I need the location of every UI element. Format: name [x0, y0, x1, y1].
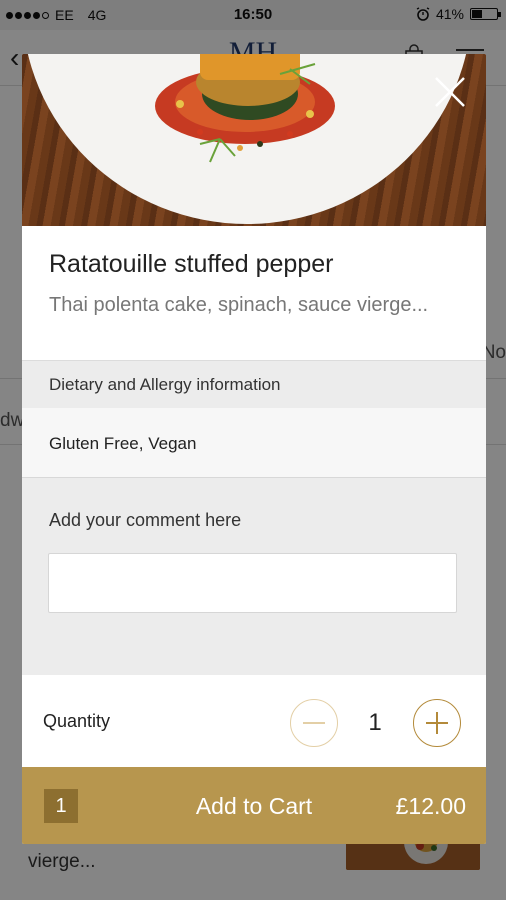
product-image — [22, 54, 486, 226]
dietary-section: Gluten Free, Vegan — [22, 408, 486, 478]
product-title: Ratatouille stuffed pepper — [49, 250, 334, 278]
cart-price: £12.00 — [395, 793, 466, 819]
comment-section: Add your comment here — [22, 478, 486, 675]
product-description: Thai polenta cake, spinach, sauce vierge… — [49, 294, 429, 316]
product-modal: Ratatouille stuffed pepper Thai polenta … — [22, 54, 486, 844]
quantity-label: Quantity — [43, 711, 111, 731]
quantity-row: Quantity 1 — [22, 675, 486, 767]
plus-icon[interactable] — [413, 699, 461, 747]
dish-illustration — [155, 54, 335, 163]
close-icon[interactable] — [430, 72, 470, 112]
dietary-value: Gluten Free, Vegan — [49, 434, 197, 453]
comment-label: Add your comment here — [49, 510, 242, 530]
dietary-section-header: Dietary and Allergy information — [22, 360, 486, 408]
comment-input[interactable] — [48, 553, 457, 613]
quantity-value: 1 — [368, 709, 382, 736]
minus-icon[interactable] — [290, 699, 338, 747]
dietary-heading: Dietary and Allergy information — [49, 375, 281, 394]
add-to-cart-button[interactable]: 1 Add to Cart £12.00 — [22, 767, 486, 844]
